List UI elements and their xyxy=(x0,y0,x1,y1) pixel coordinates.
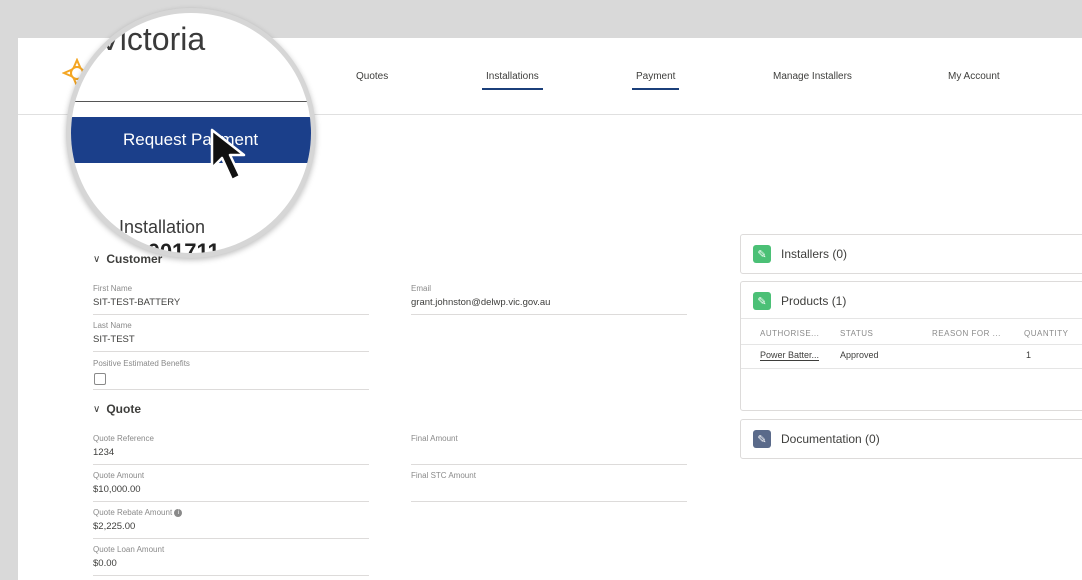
products-row-divider xyxy=(741,368,1082,369)
products-table-divider xyxy=(741,344,1082,345)
chevron-down-icon: ∨ xyxy=(93,403,101,415)
column-header-reason[interactable]: REASON FOR ... xyxy=(932,329,1001,338)
documentation-card-title: Documentation (0) xyxy=(781,432,880,446)
installers-card-header[interactable]: ✎ Installers (0) xyxy=(753,245,847,263)
quote-section-header[interactable]: ∨ Quote xyxy=(93,402,141,416)
documentation-card-header[interactable]: ✎ Documentation (0) xyxy=(753,430,880,448)
first-name-label: First Name xyxy=(93,284,133,293)
chevron-down-icon: ∨ xyxy=(93,253,101,265)
quote-amount-label: Quote Amount xyxy=(93,471,145,480)
nav-payment[interactable]: Payment xyxy=(631,71,680,90)
benefits-checkbox[interactable] xyxy=(94,373,106,385)
record-type-label: Installation xyxy=(119,217,206,237)
nav-installations[interactable]: Installations xyxy=(482,71,543,90)
products-card-title: Products (1) xyxy=(781,294,847,308)
quote-rebate-divider xyxy=(93,538,369,539)
final-amount-label: Final Amount xyxy=(411,434,458,443)
quote-loan-value: $0.00 xyxy=(93,558,117,569)
quote-reference-value: 1234 xyxy=(93,447,115,458)
email-label: Email xyxy=(411,284,432,293)
product-quantity: 1 xyxy=(1026,350,1032,360)
quote-reference-divider xyxy=(93,464,369,465)
quote-rebate-label-text: Quote Rebate Amount xyxy=(93,508,173,517)
product-link[interactable]: Power Batter... xyxy=(760,350,820,361)
quote-amount-value: $10,000.00 xyxy=(93,484,141,495)
column-header-status[interactable]: STATUS xyxy=(840,329,873,338)
logo-text: Victoria xyxy=(99,21,206,57)
quote-loan-divider xyxy=(93,575,369,576)
documentation-card: ✎ Documentation (0) xyxy=(740,419,1082,459)
product-status: Approved xyxy=(840,350,879,360)
final-stc-label: Final STC Amount xyxy=(411,471,476,480)
last-name-divider xyxy=(93,351,369,352)
wrench-icon: ✎ xyxy=(753,292,771,310)
final-stc-divider xyxy=(411,501,687,502)
final-amount-divider xyxy=(411,464,687,465)
first-name-divider xyxy=(93,314,369,315)
nav-manage-installers[interactable]: Manage Installers xyxy=(773,71,852,82)
info-icon[interactable]: i xyxy=(174,508,183,517)
email-divider xyxy=(411,314,687,315)
request-payment-button[interactable]: Request Payment xyxy=(71,117,311,163)
quote-amount-divider xyxy=(93,501,369,502)
products-header-divider xyxy=(741,318,1082,319)
wrench-icon: ✎ xyxy=(753,245,771,263)
quote-reference-label: Quote Reference xyxy=(93,434,154,443)
benefits-label: Positive Estimated Benefits xyxy=(93,359,190,368)
quote-section-title: Quote xyxy=(106,402,141,416)
benefits-divider xyxy=(93,389,369,390)
quote-rebate-label: Quote Rebate Amount i xyxy=(93,508,183,517)
column-header-quantity[interactable]: QUANTITY xyxy=(1024,329,1068,338)
nav-my-account[interactable]: My Account xyxy=(948,71,1000,82)
customer-section-header[interactable]: ∨ Customer xyxy=(93,252,162,266)
email-value: grant.johnston@delwp.vic.gov.au xyxy=(411,297,551,308)
first-name-value: SIT-TEST-BATTERY xyxy=(93,297,181,308)
nav-quotes[interactable]: Quotes xyxy=(356,71,388,82)
last-name-value: SIT-TEST xyxy=(93,334,135,345)
installers-card-title: Installers (0) xyxy=(781,247,848,261)
mouse-pointer-icon xyxy=(210,128,246,182)
column-header-authorise[interactable]: AUTHORISE... xyxy=(760,329,819,338)
quote-rebate-value: $2,225.00 xyxy=(93,521,136,532)
last-name-label: Last Name xyxy=(93,321,132,330)
header-divider xyxy=(71,101,311,102)
quote-loan-label: Quote Loan Amount xyxy=(93,545,165,554)
wrench-icon: ✎ xyxy=(753,430,771,448)
products-card: ✎ Products (1) AUTHORISE... STATUS REASO… xyxy=(740,281,1082,411)
magnifier-overlay: lar Victoria Request Payment Installatio… xyxy=(66,8,316,258)
products-card-header[interactable]: ✎ Products (1) xyxy=(753,292,846,310)
customer-section-title: Customer xyxy=(106,252,163,266)
installers-card: ✎ Installers (0) xyxy=(740,234,1082,274)
